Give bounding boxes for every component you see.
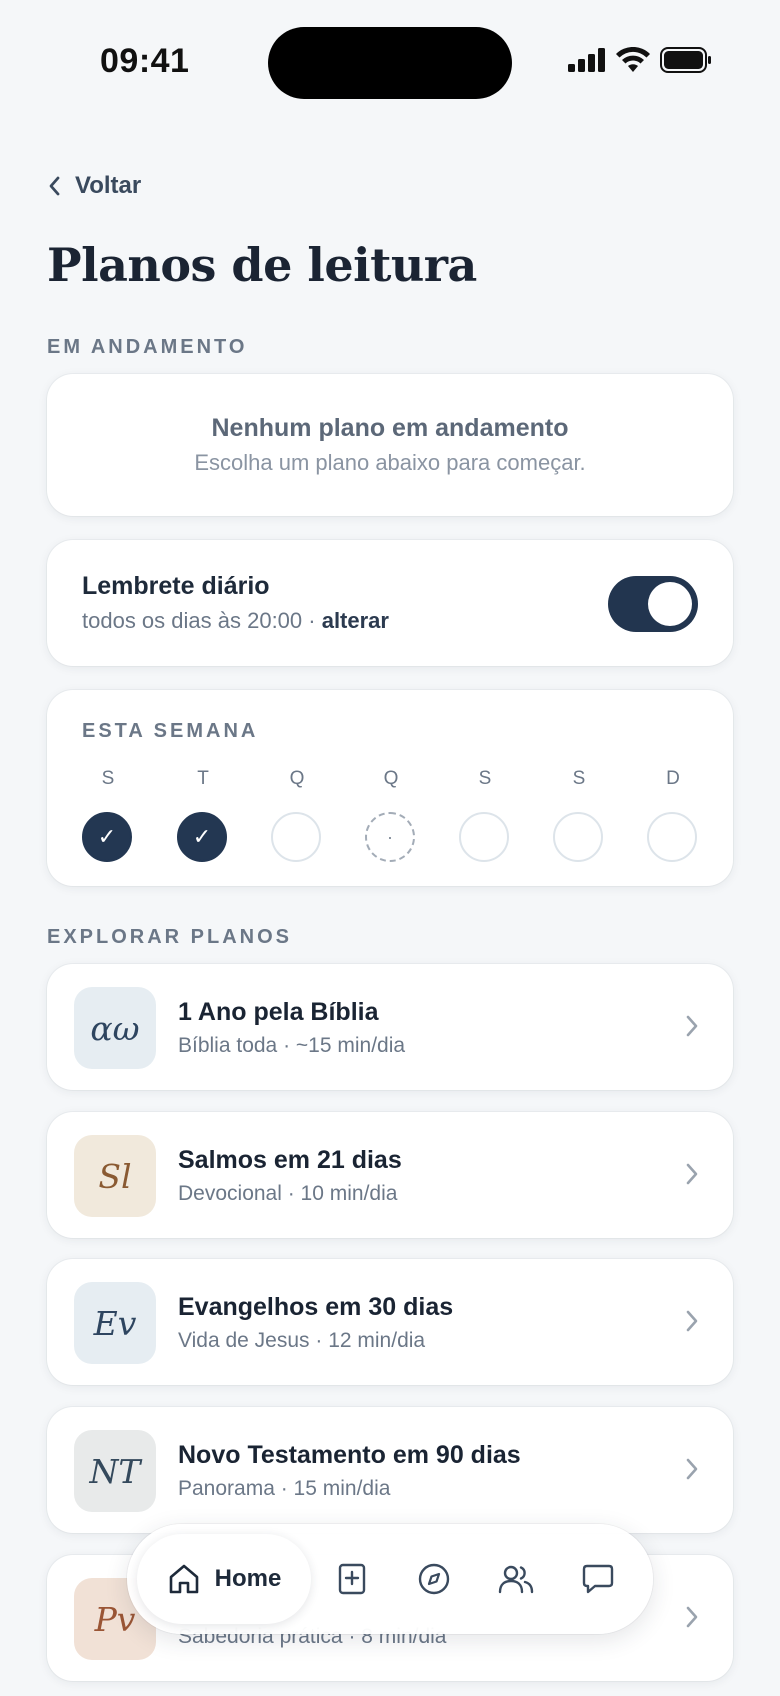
dynamic-island xyxy=(268,27,512,99)
tab-community[interactable] xyxy=(489,1552,543,1606)
home-icon xyxy=(169,1564,198,1594)
week-day: Q · xyxy=(365,768,417,862)
week-day: T ✓ xyxy=(177,768,229,862)
week-day-letter: S xyxy=(572,768,586,789)
people-icon xyxy=(498,1565,534,1594)
chevron-right-icon xyxy=(686,1310,698,1332)
day-check-icon: ✓ xyxy=(177,812,227,862)
plan-card[interactable]: αω 1 Ano pela Bíblia Bíblia toda · ~15 min… xyxy=(47,964,733,1090)
bottom-tab-bar: Home xyxy=(127,1524,653,1634)
toggle-knob xyxy=(648,582,692,626)
plan-card[interactable]: Sl Salmos em 21 dias Devocional · 10 min/d… xyxy=(47,1112,733,1238)
plan-title: Novo Testamento em 90 dias xyxy=(178,1441,521,1469)
section-label-explore: EXPLORAR PLANOS xyxy=(47,926,293,948)
plan-subtitle: Panorama · 15 min/dia xyxy=(178,1477,391,1500)
reminder-title: Lembrete diário xyxy=(82,572,270,600)
plan-subtitle: Bíblia toda · ~15 min/dia xyxy=(178,1034,406,1057)
plan-card[interactable]: NT Novo Testamento em 90 dias Panorama · 1… xyxy=(47,1407,733,1533)
week-day: Q xyxy=(271,768,323,862)
day-status-circle xyxy=(459,812,509,862)
wifi-icon xyxy=(616,47,650,72)
tab-explore[interactable] xyxy=(407,1552,461,1606)
back-label: Voltar xyxy=(75,172,142,199)
reminder-schedule-text: todos os dias às 20:00 · xyxy=(82,608,322,633)
week-day: S ✓ xyxy=(82,768,134,862)
chevron-right-icon xyxy=(686,1015,698,1037)
chevron-right-icon xyxy=(686,1163,698,1185)
week-day: S xyxy=(553,768,605,862)
day-status-circle xyxy=(647,812,697,862)
chevron-right-icon xyxy=(686,1458,698,1480)
tab-bible[interactable] xyxy=(325,1552,379,1606)
day-status-circle xyxy=(553,812,603,862)
section-label-in-progress: EM ANDAMENTO xyxy=(47,336,248,358)
plan-title: Salmos em 21 dias xyxy=(178,1146,402,1174)
day-status-circle xyxy=(271,812,321,862)
week-day: S xyxy=(459,768,511,862)
chevron-right-icon xyxy=(686,1606,698,1628)
back-button[interactable]: Voltar xyxy=(47,172,141,200)
week-day-letter: D xyxy=(666,768,680,789)
week-day-letter: S xyxy=(478,768,492,789)
plan-monogram-icon: αω xyxy=(74,987,156,1069)
compass-icon xyxy=(418,1563,450,1595)
week-day-letter: Q xyxy=(289,768,305,789)
status-icons xyxy=(568,47,712,73)
plan-monogram-icon: NT xyxy=(74,1430,156,1512)
chat-icon xyxy=(582,1564,614,1594)
plan-monogram-icon: Sl xyxy=(74,1135,156,1217)
plan-title: Evangelhos em 30 dias xyxy=(178,1293,454,1321)
empty-state-title: Nenhum plano em andamento xyxy=(211,414,569,442)
reminder-card: Lembrete diário todos os dias às 20:00 ·… xyxy=(47,540,733,666)
signal-icon xyxy=(568,48,605,72)
day-check-icon: ✓ xyxy=(82,812,132,862)
page-title: Planos de leitura xyxy=(47,238,477,292)
week-day-letter: T xyxy=(197,768,209,789)
empty-state-card: Nenhum plano em andamento Escolha um pla… xyxy=(47,374,733,516)
status-time: 09:41 xyxy=(100,42,190,80)
plan-subtitle: Devocional · 10 min/dia xyxy=(178,1182,398,1205)
bible-add-icon xyxy=(338,1563,366,1595)
reminder-toggle[interactable] xyxy=(608,576,698,632)
tab-messages[interactable] xyxy=(571,1552,625,1606)
week-card: ESTA SEMANA S ✓ T ✓ Q Q · S S D xyxy=(47,690,733,886)
week-label: ESTA SEMANA xyxy=(82,720,259,742)
plan-subtitle: Vida de Jesus · 12 min/dia xyxy=(178,1329,426,1352)
tab-home[interactable]: Home xyxy=(137,1534,311,1624)
empty-state-subtitle: Escolha um plano abaixo para começar. xyxy=(194,450,586,475)
reminder-change-link[interactable]: alterar xyxy=(322,608,389,633)
week-day-letter: Q xyxy=(383,768,399,789)
reminder-schedule: todos os dias às 20:00 · alterar xyxy=(82,608,389,634)
week-day: D xyxy=(647,768,699,862)
plan-card[interactable]: Ev Evangelhos em 30 dias Vida de Jesus · 1… xyxy=(47,1259,733,1385)
battery-icon xyxy=(660,47,711,73)
status-bar: 09:41 xyxy=(0,0,780,130)
day-status-circle: · xyxy=(365,812,415,862)
plan-monogram-icon: Ev xyxy=(74,1282,156,1364)
plan-title: 1 Ano pela Bíblia xyxy=(178,998,379,1026)
chevron-left-icon xyxy=(49,176,60,196)
tab-home-label: Home xyxy=(214,1565,282,1592)
week-day-letter: S xyxy=(101,768,115,789)
